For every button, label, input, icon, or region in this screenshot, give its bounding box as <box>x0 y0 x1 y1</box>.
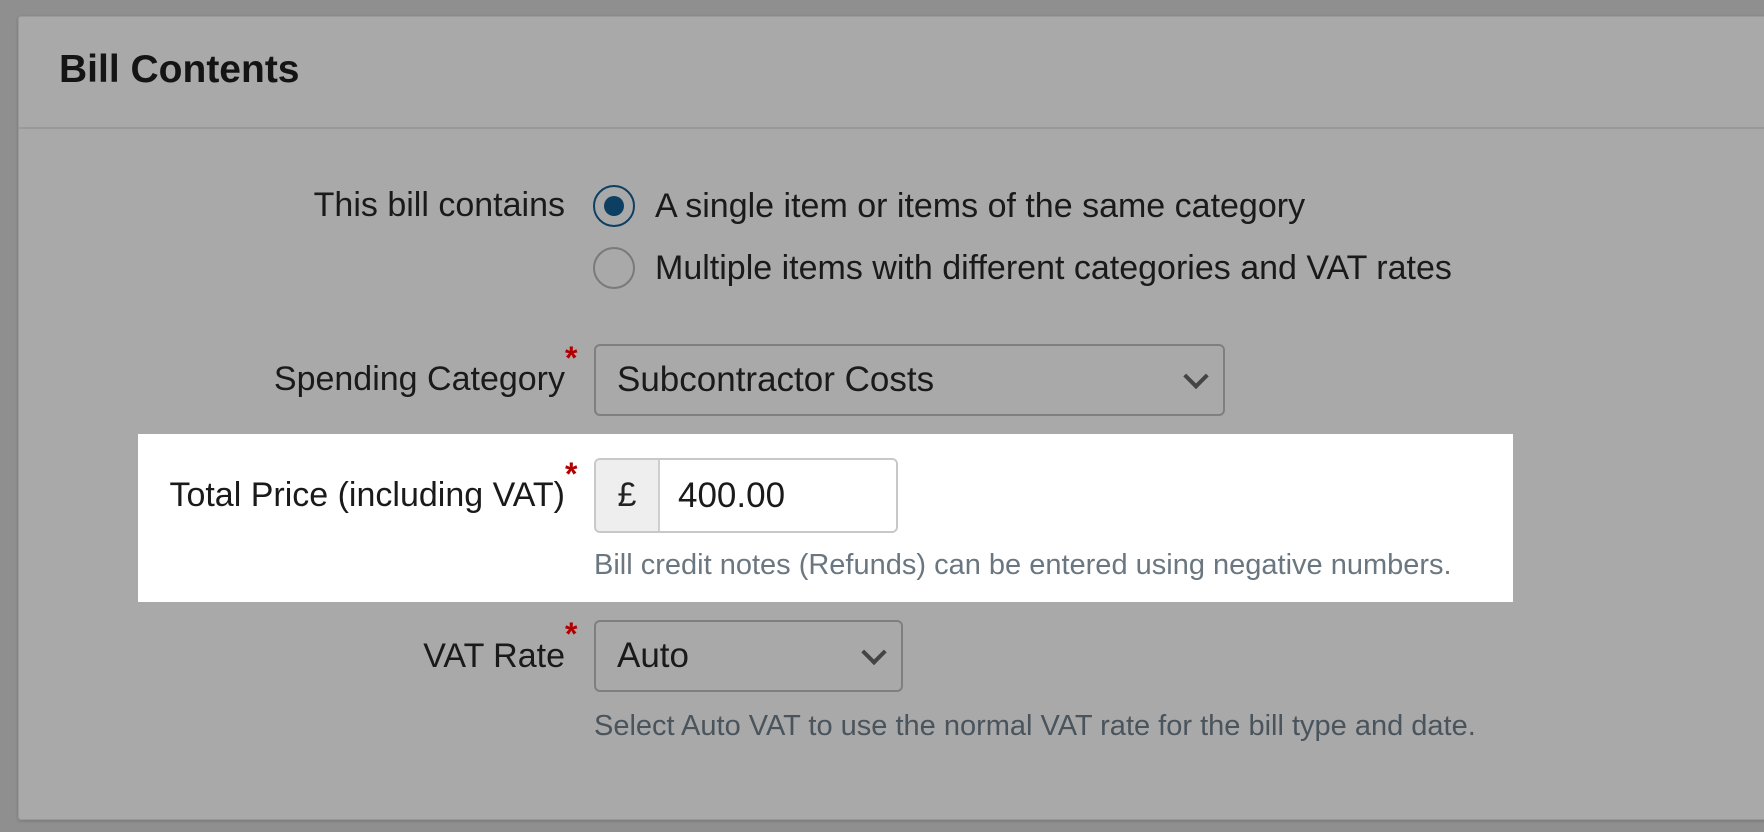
vat-rate-value: Auto <box>617 636 689 675</box>
total-price-label: Total Price (including VAT) <box>169 476 565 514</box>
bill-contains-label: This bill contains <box>313 186 565 224</box>
panel-title: Bill Contents <box>59 48 300 91</box>
radio-single-item-control[interactable] <box>593 185 635 227</box>
panel-header: Bill Contents <box>19 17 1764 129</box>
spending-category-value: Subcontractor Costs <box>617 360 935 399</box>
radio-multiple-items[interactable]: Multiple items with different categories… <box>593 244 1452 292</box>
total-price-input-group[interactable]: £ <box>594 458 898 533</box>
vat-rate-select[interactable]: Auto <box>594 620 903 692</box>
chevron-down-icon <box>861 639 887 666</box>
radio-multiple-items-label[interactable]: Multiple items with different categories… <box>655 249 1452 288</box>
radio-single-item-label[interactable]: A single item or items of the same categ… <box>655 187 1305 226</box>
total-price-input[interactable] <box>660 460 896 531</box>
bill-contents-panel: Bill Contents <box>18 16 1764 820</box>
total-price-help: Bill credit notes (Refunds) can be enter… <box>594 549 1452 581</box>
spending-category-label: Spending Category <box>273 360 565 398</box>
radio-single-item[interactable]: A single item or items of the same categ… <box>593 182 1305 230</box>
vat-rate-help: Select Auto VAT to use the normal VAT ra… <box>594 710 1476 742</box>
spending-category-select[interactable]: Subcontractor Costs <box>594 344 1225 416</box>
vat-rate-label: VAT Rate <box>423 637 565 675</box>
total-price-required-star: * <box>565 456 578 492</box>
chevron-down-icon <box>1183 363 1209 390</box>
radio-multiple-items-control[interactable] <box>593 247 635 289</box>
vat-rate-required-star: * <box>565 616 578 652</box>
spending-category-required-star: * <box>565 340 578 376</box>
currency-addon: £ <box>596 460 660 531</box>
